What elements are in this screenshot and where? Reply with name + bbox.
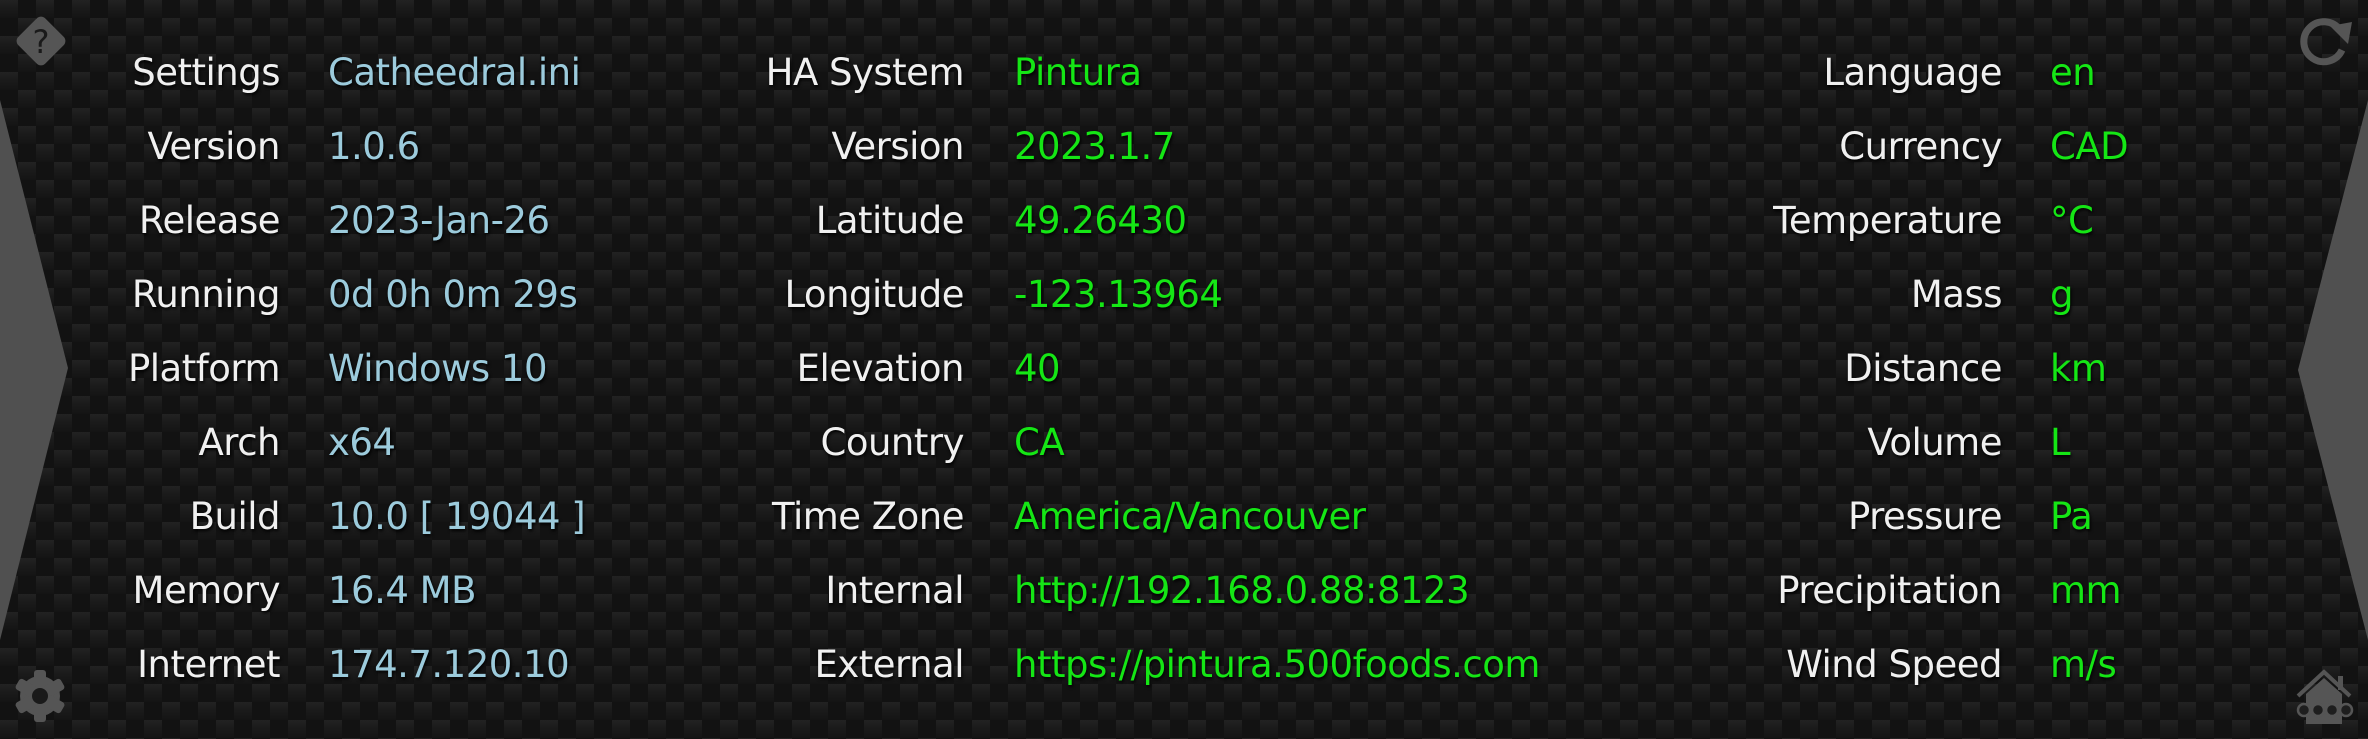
info-value: °C xyxy=(2050,199,2094,242)
info-label: Release xyxy=(138,199,281,242)
info-value: en xyxy=(2050,51,2096,94)
info-value: 174.7.120.10 xyxy=(328,643,570,686)
info-label: Settings xyxy=(132,51,280,94)
internal-url-link[interactable]: http://192.168.0.88:8123 xyxy=(1014,554,1470,628)
info-value: Catheedral.ini xyxy=(328,51,581,94)
info-label: HA System xyxy=(765,51,965,94)
refresh-icon xyxy=(2300,18,2352,66)
info-value: g xyxy=(2050,273,2074,316)
info-label: Longitude xyxy=(784,273,964,316)
home-button[interactable] xyxy=(2294,666,2358,728)
info-label: Mass xyxy=(1910,273,2003,316)
info-label: Version xyxy=(831,125,964,168)
info-label: Pressure xyxy=(1848,495,2003,538)
info-value: Pintura xyxy=(1014,51,1142,94)
info-label: Language xyxy=(1823,51,2002,94)
info-value: km xyxy=(2050,347,2107,390)
info-label: Temperature xyxy=(1773,199,2002,242)
info-label: External xyxy=(814,643,964,686)
info-value: L xyxy=(2050,421,2071,464)
info-value: 16.4 MB xyxy=(328,569,476,612)
info-label: Internet xyxy=(137,643,280,686)
info-label: Running xyxy=(131,273,281,316)
info-label: Latitude xyxy=(815,199,965,242)
info-value: x64 xyxy=(328,421,396,464)
info-value: 1.0.6 xyxy=(328,125,420,168)
home-assistant-icon xyxy=(2296,669,2354,724)
info-label: Country xyxy=(820,421,965,464)
info-label: Elevation xyxy=(796,347,965,390)
info-label: Currency xyxy=(1839,125,2002,168)
info-label: Precipitation xyxy=(1777,569,2002,612)
info-label: Wind Speed xyxy=(1786,643,2002,686)
info-label: Version xyxy=(147,125,280,168)
info-value: Pa xyxy=(2050,495,2093,538)
info-value: CA xyxy=(1014,421,1065,464)
info-label: Volume xyxy=(1867,421,2002,464)
info-value: mm xyxy=(2050,569,2122,612)
info-value: Windows 10 xyxy=(328,347,548,390)
info-value: CAD xyxy=(2050,125,2129,168)
external-url-link[interactable]: https://pintura.500foods.com xyxy=(1014,628,1540,702)
refresh-button[interactable] xyxy=(2296,14,2356,70)
info-value: 40 xyxy=(1014,347,1061,390)
info-value: -123.13964 xyxy=(1014,273,1223,316)
info-label: Memory xyxy=(132,569,281,612)
info-label: Time Zone xyxy=(771,495,965,538)
info-label: Internal xyxy=(825,569,964,612)
info-value: America/Vancouver xyxy=(1014,495,1366,538)
info-label: Platform xyxy=(127,347,281,390)
info-value: 2023-Jan-26 xyxy=(328,199,550,242)
info-value: 49.26430 xyxy=(1014,199,1187,242)
info-label: Distance xyxy=(1844,347,2002,390)
info-value: 2023.1.7 xyxy=(1014,125,1175,168)
info-value: 0d 0h 0m 29s xyxy=(328,273,578,316)
info-label: Build xyxy=(189,495,281,538)
info-value: 10.0 [ 19044 ] xyxy=(328,495,586,538)
info-label: Arch xyxy=(198,421,280,464)
nav-next-chevron[interactable] xyxy=(2298,100,2368,640)
info-value: m/s xyxy=(2050,643,2117,686)
